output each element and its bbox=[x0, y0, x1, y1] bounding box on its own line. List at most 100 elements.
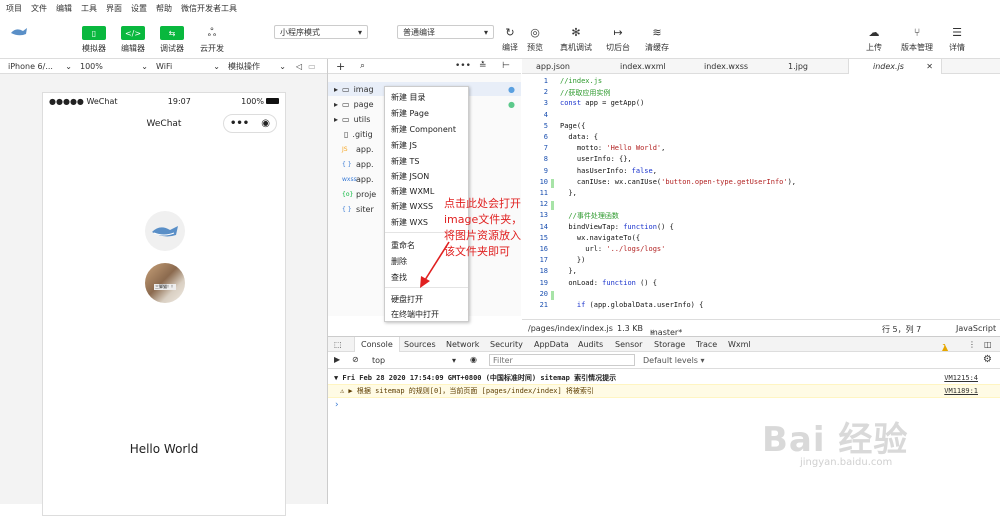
menu-devtools[interactable]: 微信开发者工具 bbox=[181, 3, 237, 14]
console-source-link[interactable]: VM1189:1 bbox=[944, 387, 978, 395]
tab-network[interactable]: Network bbox=[446, 340, 479, 349]
tab-index-wxml[interactable]: index.wxml bbox=[620, 59, 666, 74]
language-mode[interactable]: JavaScript bbox=[956, 324, 996, 333]
tab-sources[interactable]: Sources bbox=[404, 340, 436, 349]
eye-icon[interactable]: ◉ bbox=[470, 355, 477, 364]
compile-button[interactable]: ↻ 编译 bbox=[502, 25, 518, 53]
file-node[interactable]: ▸ ▭ imag bbox=[334, 83, 374, 95]
dock-icon[interactable]: ◫ bbox=[984, 340, 992, 349]
gear-icon[interactable]: ⚙ bbox=[983, 354, 992, 365]
menu-edit[interactable]: 编辑 bbox=[56, 3, 72, 14]
file-node[interactable]: ▯ .gitig bbox=[344, 128, 373, 140]
ctx-new-page[interactable]: 新建 Page bbox=[391, 108, 429, 119]
clear-console-icon[interactable]: ⊘ bbox=[352, 355, 359, 364]
inspect-icon[interactable]: ⬚ bbox=[334, 340, 342, 349]
ctx-rename[interactable]: 重命名 bbox=[391, 240, 415, 251]
volume-icon[interactable]: ◁ bbox=[296, 62, 302, 71]
network-select[interactable]: WiFi ⌄ bbox=[152, 62, 224, 71]
close-icon[interactable]: ✕ bbox=[926, 62, 933, 71]
avatar-placeholder[interactable] bbox=[145, 211, 185, 251]
search-icon[interactable]: ⌕ bbox=[360, 61, 365, 71]
code-editor[interactable]: 1 //index.js 2 //获取应用实例 3 const app = getApp(… bbox=[522, 74, 1000, 318]
file-node[interactable]: wxss app. bbox=[342, 173, 374, 185]
real-debug-button[interactable]: ✻ 真机调试 bbox=[560, 25, 592, 53]
menu-tools[interactable]: 工具 bbox=[81, 3, 97, 14]
ctx-new-json[interactable]: 新建 JSON bbox=[391, 171, 429, 182]
tab-audits[interactable]: Audits bbox=[578, 340, 603, 349]
ops-select[interactable]: 模拟操作 ⌄ bbox=[224, 61, 290, 72]
preview-button[interactable]: ◎ 预览 bbox=[527, 25, 543, 53]
console-source-link[interactable]: VM1215:4 bbox=[944, 374, 978, 382]
tab-security[interactable]: Security bbox=[490, 340, 523, 349]
context-select[interactable]: top ▾ bbox=[368, 354, 460, 366]
cloud-button[interactable]: ஃ 云开发 bbox=[200, 26, 224, 54]
tab-index-js[interactable]: index.js ✕ bbox=[848, 59, 942, 74]
rotate-icon[interactable]: ▭ bbox=[308, 62, 316, 71]
add-icon[interactable]: + bbox=[336, 60, 345, 73]
more-icon[interactable]: ••• bbox=[230, 118, 249, 129]
mode-select[interactable]: 小程序模式 ▾ bbox=[274, 25, 368, 39]
ctx-new-ts[interactable]: 新建 TS bbox=[391, 156, 420, 167]
more-vertical-icon[interactable]: ⋮ bbox=[968, 340, 976, 349]
code-line: wx.navigateTo({ bbox=[560, 233, 641, 242]
tab-storage[interactable]: Storage bbox=[654, 340, 685, 349]
more-icon[interactable]: ••• bbox=[455, 61, 471, 71]
device-select[interactable]: iPhone 6/... ⌄ bbox=[0, 62, 76, 71]
close-circle-icon[interactable]: ◉ bbox=[261, 118, 270, 129]
ctx-new-wxss[interactable]: 新建 WXSS bbox=[391, 201, 433, 212]
sidebar-toggle-icon[interactable]: ▶ bbox=[334, 355, 340, 364]
console-warning[interactable]: ⚠ ▶ 根据 sitemap 的规则[0]，当前页面 [pages/index/… bbox=[328, 384, 1000, 398]
file-node[interactable]: JS app. bbox=[342, 143, 374, 155]
version-button[interactable]: ⑂ 版本管理 bbox=[901, 25, 933, 53]
simulator-button[interactable]: ▯ 模拟器 bbox=[82, 26, 106, 54]
console-group[interactable]: ▼ Fri Feb 28 2020 17:54:09 GMT+0800 (中国标… bbox=[328, 372, 1000, 384]
sort-icon[interactable]: ≛ bbox=[479, 61, 487, 71]
tab-index-wxss[interactable]: index.wxss bbox=[704, 59, 748, 74]
file-node[interactable]: ▸ ▭ utils bbox=[334, 113, 370, 125]
console-filter-input[interactable] bbox=[489, 354, 635, 366]
cat-avatar[interactable]: 三脚猫！！ bbox=[145, 263, 185, 303]
tab-1-jpg[interactable]: 1.jpg bbox=[788, 59, 808, 74]
tab-sensor[interactable]: Sensor bbox=[615, 340, 642, 349]
tab-console[interactable]: Console bbox=[354, 337, 400, 352]
line-number: 11 bbox=[539, 189, 548, 197]
clear-cache-button[interactable]: ≋ 清缓存 bbox=[645, 25, 669, 53]
ctx-find[interactable]: 查找 bbox=[391, 272, 407, 283]
tab-trace[interactable]: Trace bbox=[696, 340, 717, 349]
cursor-position[interactable]: 行 5，列 7 bbox=[882, 324, 921, 335]
collapse-icon[interactable]: ⊢ bbox=[502, 61, 510, 71]
time-text: 19:07 bbox=[167, 96, 191, 106]
capsule-button[interactable]: ••• ◉ bbox=[223, 114, 277, 133]
caret-right-icon: ▸ bbox=[334, 99, 339, 109]
ctx-new-wxml[interactable]: 新建 WXML bbox=[391, 186, 434, 197]
upload-button[interactable]: ☁ 上传 bbox=[866, 25, 882, 53]
debugger-button[interactable]: ⇆ 调试器 bbox=[160, 26, 184, 54]
ctx-open-terminal[interactable]: 在终端中打开 bbox=[391, 309, 439, 320]
menu-help[interactable]: 帮助 bbox=[156, 3, 172, 14]
tab-app-json[interactable]: app.json bbox=[536, 59, 570, 74]
file-node[interactable]: ▸ ▭ page bbox=[334, 98, 374, 110]
ctx-open-disk[interactable]: 硬盘打开 bbox=[391, 294, 423, 305]
tab-appdata[interactable]: AppData bbox=[534, 340, 569, 349]
log-levels-select[interactable]: Default levels ▾ bbox=[643, 356, 705, 365]
backend-button[interactable]: ↦ 切后台 bbox=[606, 25, 630, 53]
menu-settings[interactable]: 设置 bbox=[131, 3, 147, 14]
code-icon: </> bbox=[121, 26, 145, 40]
editor-button[interactable]: </> 编辑器 bbox=[121, 26, 145, 54]
menu-file[interactable]: 文件 bbox=[31, 3, 47, 14]
file-node[interactable]: { } app. bbox=[342, 158, 374, 170]
ctx-delete[interactable]: 删除 bbox=[391, 256, 407, 267]
zoom-select[interactable]: 100% ⌄ bbox=[76, 62, 152, 71]
menu-project[interactable]: 项目 bbox=[6, 3, 22, 14]
tab-wxml[interactable]: Wxml bbox=[728, 340, 751, 349]
ctx-new-component[interactable]: 新建 Component bbox=[391, 124, 456, 135]
ctx-new-wxs[interactable]: 新建 WXS bbox=[391, 217, 428, 228]
details-button[interactable]: ☰ 详情 bbox=[949, 25, 965, 53]
file-node[interactable]: { } siter bbox=[342, 203, 374, 215]
ctx-new-folder[interactable]: 新建 目录 bbox=[391, 92, 426, 103]
file-node[interactable]: {o} proje bbox=[342, 188, 376, 200]
menu-view[interactable]: 界面 bbox=[106, 3, 122, 14]
compile-mode-select[interactable]: 普通编译 ▾ bbox=[397, 25, 494, 39]
ctx-new-js[interactable]: 新建 JS bbox=[391, 140, 417, 151]
console-prompt[interactable]: › bbox=[328, 399, 1000, 411]
